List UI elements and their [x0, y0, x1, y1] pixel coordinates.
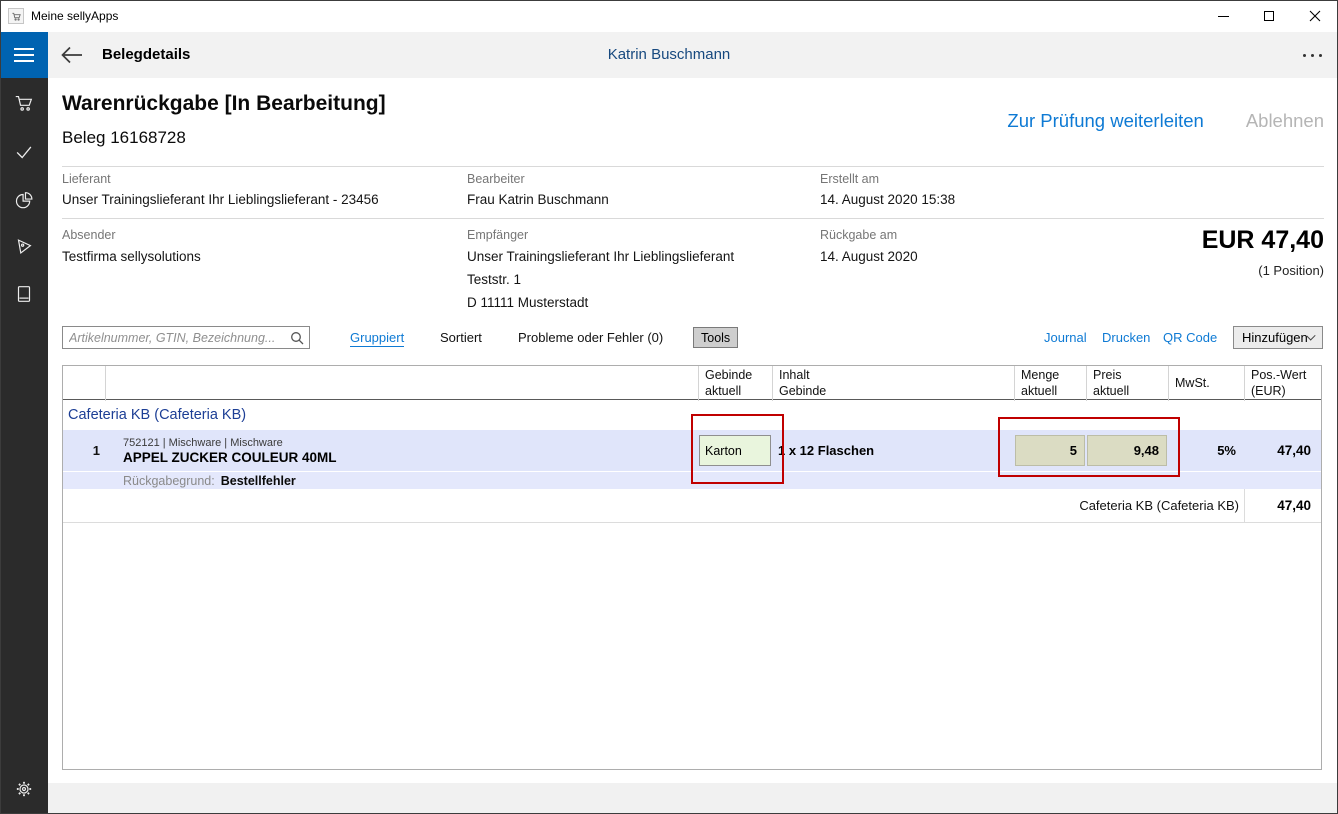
col-menge-aktuell: Menge aktuell	[1014, 366, 1086, 401]
article-search	[62, 326, 310, 349]
search-icon[interactable]	[290, 331, 304, 345]
field-label-empfaenger: Empfänger	[467, 228, 528, 242]
gear-icon	[13, 778, 35, 800]
divider	[62, 166, 1324, 167]
total-positions: (1 Position)	[1258, 263, 1324, 278]
sidebar-item-cart[interactable]	[12, 91, 36, 115]
col-gebinde-aktuell: Gebinde aktuell	[698, 366, 772, 401]
row-position: 1	[63, 430, 105, 471]
sidebar-item-tasks[interactable]	[12, 140, 36, 164]
ellipsis-icon	[1303, 54, 1306, 57]
drucken-link[interactable]: Drucken	[1102, 330, 1150, 345]
divider	[62, 218, 1324, 219]
article-name: APPEL ZUCKER COULEUR 40ML	[123, 450, 337, 465]
forward-for-review-link[interactable]: Zur Prüfung weiterleiten	[1007, 110, 1203, 132]
filter-probleme-tab[interactable]: Probleme oder Fehler (0)	[518, 330, 663, 345]
app-icon	[8, 8, 24, 24]
total-amount: EUR 47,40	[1202, 226, 1324, 255]
group-summary-row: Cafeteria KB (Cafeteria KB) 47,40	[63, 489, 1321, 523]
positions-table: Gebinde aktuell Inhalt Gebinde Menge akt…	[62, 365, 1322, 770]
summary-wert: 47,40	[1244, 489, 1321, 522]
sidebar	[0, 78, 48, 814]
reason-value: Bestellfehler	[221, 474, 296, 488]
document-title: Warenrückgabe [In Bearbeitung]	[62, 92, 386, 116]
col-preis-aktuell: Preis aktuell	[1086, 366, 1168, 401]
maximize-button[interactable]	[1246, 0, 1292, 32]
document-number: Beleg 16168728	[62, 128, 186, 148]
filter-gruppiert-tab[interactable]: Gruppiert	[350, 330, 404, 347]
journal-link[interactable]: Journal	[1044, 330, 1087, 345]
field-label-absender: Absender	[62, 228, 116, 242]
sidebar-item-statistics[interactable]	[12, 188, 36, 212]
field-label-erstellt-am: Erstellt am	[820, 172, 879, 186]
pos-wert-value: 47,40	[1244, 430, 1321, 471]
minimize-button[interactable]	[1200, 0, 1246, 32]
minimize-icon	[1218, 16, 1229, 17]
check-icon	[13, 141, 35, 163]
preis-input[interactable]: 9,48	[1087, 435, 1167, 466]
field-value-erstellt-am: 14. August 2020 15:38	[820, 192, 955, 207]
table-header-row: Gebinde aktuell Inhalt Gebinde Menge akt…	[63, 366, 1321, 400]
page-title: Belegdetails	[102, 32, 190, 78]
sidebar-item-catalog[interactable]	[12, 282, 36, 306]
reject-link[interactable]: Ablehnen	[1246, 110, 1324, 132]
more-options-button[interactable]	[1303, 48, 1322, 62]
col-pos-wert: Pos.-Wert (EUR)	[1244, 366, 1321, 401]
article-meta: 752121 | Mischware | Mischware	[123, 437, 283, 449]
sidebar-item-offers[interactable]	[12, 235, 36, 259]
col-mwst: MwSt.	[1168, 366, 1244, 401]
field-value-absender: Testfirma sellysolutions	[62, 249, 201, 264]
inhalt-gebinde-value: 1 x 12 Flaschen	[772, 430, 1014, 471]
reason-label: Rückgabegrund:	[123, 474, 215, 488]
tag-icon	[13, 236, 35, 258]
app-bar: Belegdetails Katrin Buschmann	[0, 32, 1338, 78]
filter-sortiert-tab[interactable]: Sortiert	[440, 330, 482, 345]
close-button[interactable]	[1292, 0, 1338, 32]
back-button[interactable]	[58, 43, 86, 67]
field-value-rueckgabe-am: 14. August 2020	[820, 249, 918, 264]
book-icon	[13, 283, 35, 305]
field-value-lieferant: Unser Trainingslieferant Ihr Lieblingsli…	[62, 192, 379, 207]
cart-icon	[13, 92, 35, 114]
current-user-label: Katrin Buschmann	[608, 32, 731, 78]
hamburger-menu-button[interactable]	[0, 32, 48, 78]
return-reason-row: Rückgabegrund: Bestellfehler	[63, 471, 1321, 489]
close-icon	[1309, 10, 1321, 22]
group-header: Cafeteria KB (Cafeteria KB)	[63, 400, 1321, 430]
field-label-lieferant: Lieferant	[62, 172, 111, 186]
pie-chart-icon	[13, 189, 35, 211]
menge-input[interactable]: 5	[1015, 435, 1085, 466]
hamburger-icon	[14, 48, 34, 50]
search-input[interactable]	[63, 327, 283, 348]
gebinde-input[interactable]: Karton	[699, 435, 771, 466]
qr-code-link[interactable]: QR Code	[1163, 330, 1217, 345]
field-value-empfaenger-street: Teststr. 1	[467, 272, 521, 287]
table-row[interactable]: 1 752121 | Mischware | Mischware APPEL Z…	[63, 430, 1321, 471]
summary-group-label: Cafeteria KB (Cafeteria KB)	[63, 489, 1244, 522]
sidebar-item-settings[interactable]	[12, 777, 36, 801]
tools-button[interactable]: Tools	[693, 327, 738, 348]
back-arrow-icon	[60, 45, 84, 65]
mwst-value: 5%	[1168, 430, 1244, 471]
maximize-icon	[1264, 11, 1274, 21]
footer-strip	[48, 783, 1338, 814]
field-value-bearbeiter: Frau Katrin Buschmann	[467, 192, 609, 207]
field-label-bearbeiter: Bearbeiter	[467, 172, 525, 186]
hinzufuegen-dropdown-button[interactable]: Hinzufügen	[1233, 326, 1323, 349]
col-inhalt-gebinde: Inhalt Gebinde	[772, 366, 1014, 401]
field-label-rueckgabe-am: Rückgabe am	[820, 228, 897, 242]
field-value-empfaenger: Unser Trainingslieferant Ihr Lieblingsli…	[467, 249, 734, 264]
title-bar: Meine sellyApps	[0, 0, 1338, 32]
field-value-empfaenger-city: D 11111 Musterstadt	[467, 295, 588, 310]
window-title: Meine sellyApps	[31, 0, 118, 32]
